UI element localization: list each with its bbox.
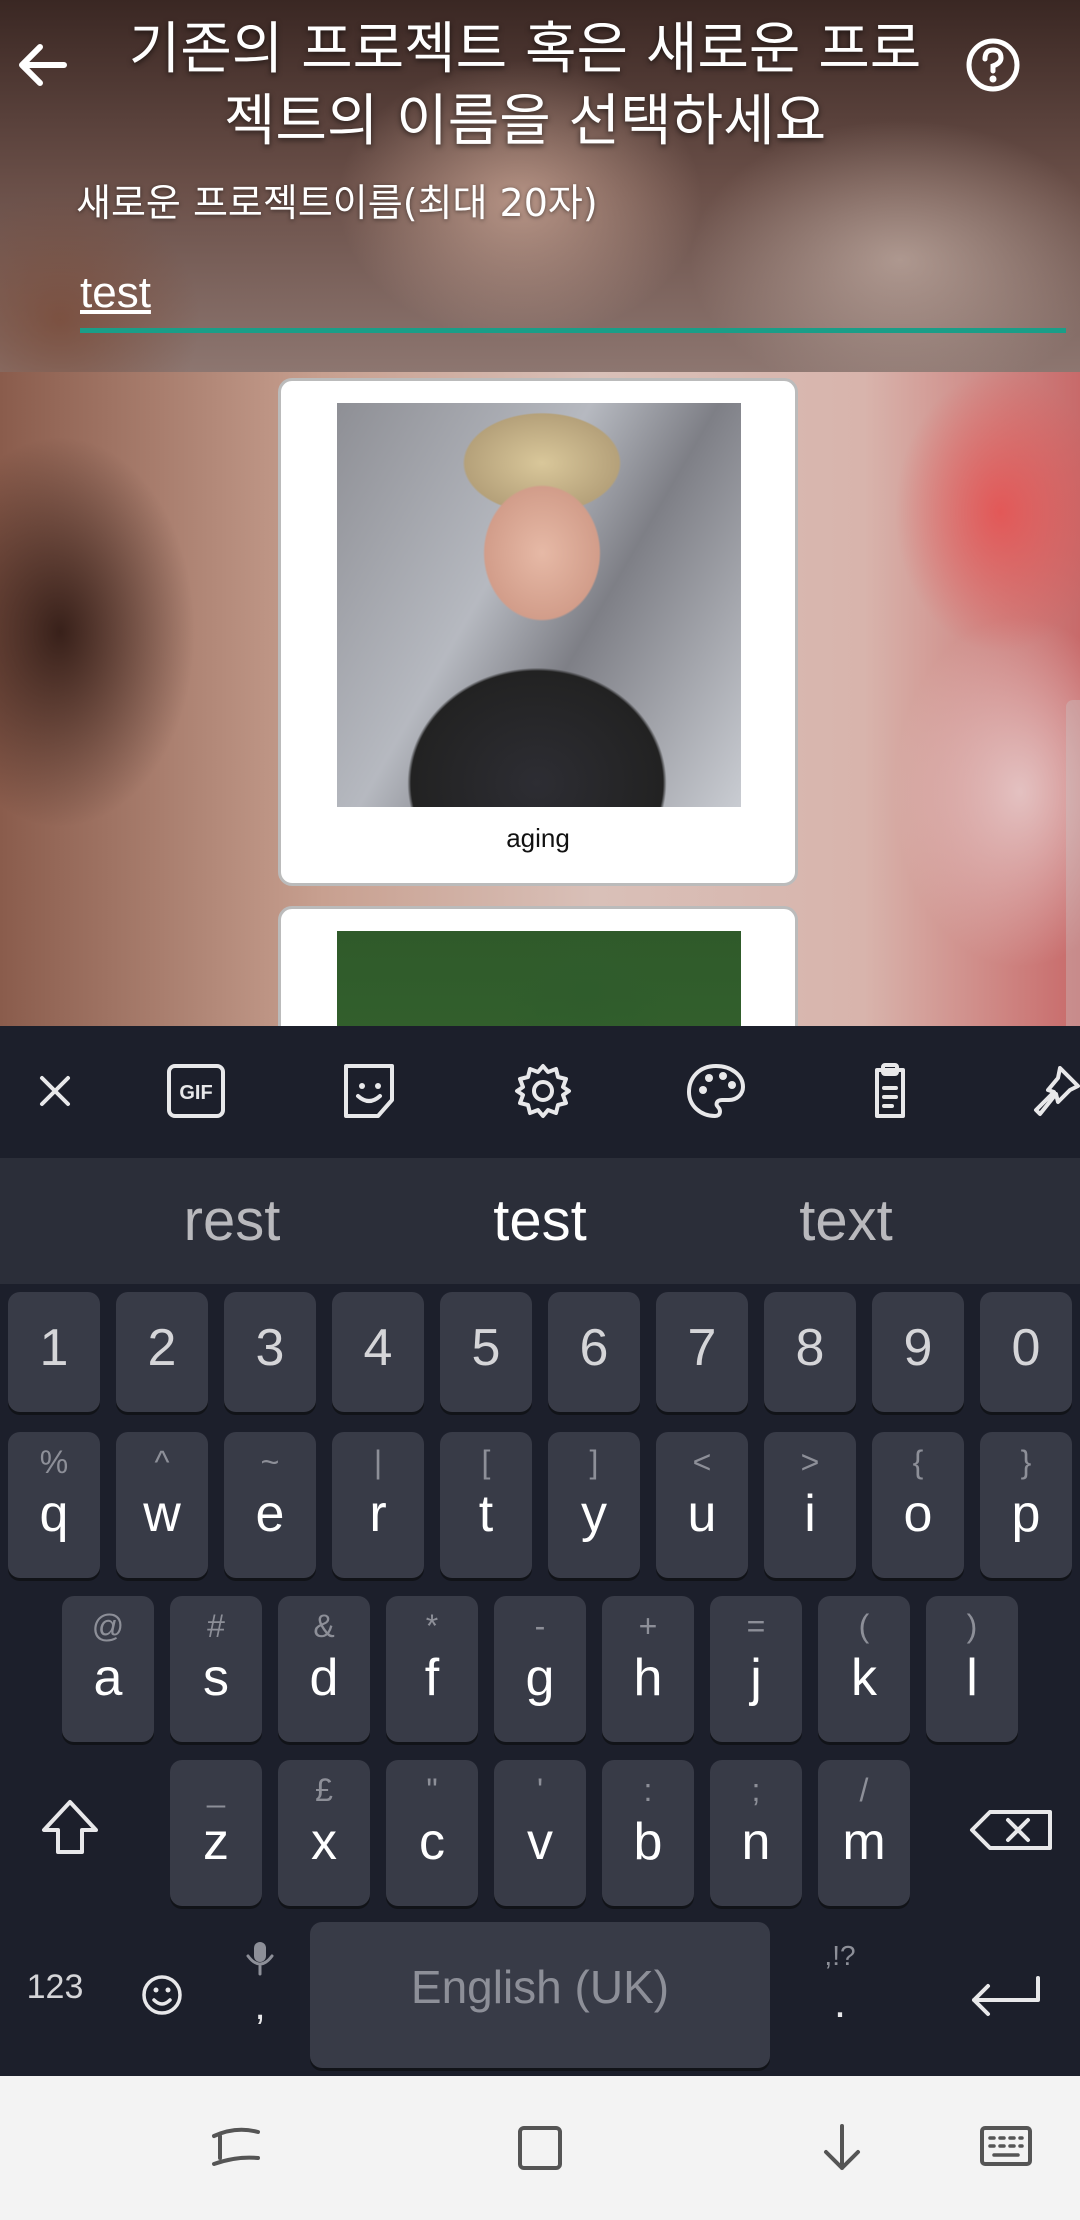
key-3[interactable]: 3 bbox=[224, 1292, 316, 1412]
recent-apps-icon[interactable] bbox=[206, 2118, 266, 2178]
key-b[interactable]: :b bbox=[602, 1760, 694, 1906]
settings-icon[interactable] bbox=[508, 1056, 578, 1126]
key-d[interactable]: & d bbox=[278, 1596, 370, 1742]
key-5[interactable]: 5 bbox=[440, 1292, 532, 1412]
soft-keyboard: GIF rest test text 1 2 3 4 5 6 7 8 9 0 %… bbox=[0, 1026, 1080, 2076]
key-0[interactable]: 0 bbox=[980, 1292, 1072, 1412]
key-4[interactable]: 4 bbox=[332, 1292, 424, 1412]
symbols-key[interactable]: 123 bbox=[0, 1922, 110, 2068]
key-e[interactable]: ~ e bbox=[224, 1432, 316, 1578]
key-g[interactable]: -g bbox=[494, 1596, 586, 1742]
project-name-label: 새로운 프로젝트이름(최대 20자) bbox=[76, 181, 598, 225]
close-icon[interactable] bbox=[20, 1056, 90, 1126]
hide-keyboard-icon[interactable] bbox=[812, 2118, 872, 2178]
key-x[interactable]: £ x bbox=[278, 1760, 370, 1906]
key-t[interactable]: [t bbox=[440, 1432, 532, 1578]
microphone-icon bbox=[246, 1942, 274, 1976]
clipboard-icon[interactable] bbox=[855, 1056, 925, 1126]
gif-icon[interactable]: GIF bbox=[161, 1056, 231, 1126]
backspace-icon bbox=[970, 1810, 1052, 1850]
key-v[interactable]: ' v bbox=[494, 1760, 586, 1906]
key-q[interactable]: % q bbox=[8, 1432, 100, 1578]
sticker-icon[interactable] bbox=[334, 1056, 404, 1126]
keyboard-switch-icon[interactable] bbox=[976, 2118, 1036, 2178]
key-f[interactable]: * f bbox=[386, 1596, 478, 1742]
key-8[interactable]: 8 bbox=[764, 1292, 856, 1412]
key-o[interactable]: {o bbox=[872, 1432, 964, 1578]
project-thumbnail bbox=[337, 931, 741, 1026]
key-r[interactable]: | r bbox=[332, 1432, 424, 1578]
backspace-key[interactable] bbox=[950, 1760, 1074, 1906]
key-k[interactable]: (k bbox=[818, 1596, 910, 1742]
key-m[interactable]: / m bbox=[818, 1760, 910, 1906]
system-navbar bbox=[0, 2076, 1080, 2220]
theme-palette-icon[interactable] bbox=[681, 1056, 751, 1126]
back-button[interactable] bbox=[8, 30, 78, 100]
help-button[interactable] bbox=[958, 30, 1028, 100]
key-u[interactable]: < u bbox=[656, 1432, 748, 1578]
suggestion-right[interactable]: text bbox=[696, 1158, 996, 1284]
key-a[interactable]: @ a bbox=[62, 1596, 154, 1742]
key-j[interactable]: = j bbox=[710, 1596, 802, 1742]
shift-icon bbox=[42, 1800, 98, 1854]
key-i[interactable]: > i bbox=[764, 1432, 856, 1578]
key-h[interactable]: + h bbox=[602, 1596, 694, 1742]
key-s[interactable]: # s bbox=[170, 1596, 262, 1742]
enter-icon bbox=[972, 1976, 1040, 2016]
emoji-icon bbox=[142, 1975, 182, 2015]
suggestion-center[interactable]: test bbox=[390, 1158, 690, 1284]
pin-icon[interactable] bbox=[1030, 1056, 1080, 1126]
help-circle-icon bbox=[966, 38, 1020, 92]
project-name-input[interactable] bbox=[80, 258, 1066, 333]
home-icon[interactable] bbox=[510, 2118, 570, 2178]
key-c[interactable]: " c bbox=[386, 1760, 478, 1906]
key-7[interactable]: 7 bbox=[656, 1292, 748, 1412]
key-p[interactable]: } p bbox=[980, 1432, 1072, 1578]
emoji-key[interactable] bbox=[116, 1922, 208, 2068]
arrow-left-icon bbox=[19, 44, 67, 86]
app-header: 기존의 프로젝트 혹은 새로운 프로젝트의 이름을 선택하세요 새로운 프로젝트… bbox=[0, 0, 1080, 372]
key-2[interactable]: 2 bbox=[116, 1292, 208, 1412]
project-card[interactable] bbox=[278, 906, 798, 1026]
shift-key[interactable] bbox=[8, 1760, 132, 1906]
page-title: 기존의 프로젝트 혹은 새로운 프로젝트의 이름을 선택하세요 bbox=[128, 17, 922, 154]
enter-key[interactable] bbox=[940, 1922, 1064, 2068]
suggestion-strip: rest test text bbox=[0, 1158, 1080, 1284]
suggestion-left[interactable]: rest bbox=[82, 1158, 382, 1284]
key-z[interactable]: _ z bbox=[170, 1760, 262, 1906]
keyboard-toolbar: GIF bbox=[0, 1026, 1080, 1156]
key-l[interactable]: ) l bbox=[926, 1596, 1018, 1742]
svg-text:GIF: GIF bbox=[179, 1082, 212, 1104]
key-1[interactable]: 1 bbox=[8, 1292, 100, 1412]
key-y[interactable]: ] y bbox=[548, 1432, 640, 1578]
project-thumbnail bbox=[337, 403, 741, 807]
space-key[interactable]: English (UK) bbox=[310, 1922, 770, 2068]
comma-key[interactable]: , bbox=[224, 1922, 296, 2068]
key-w[interactable]: ^ w bbox=[116, 1432, 208, 1578]
key-6[interactable]: 6 bbox=[548, 1292, 640, 1412]
key-n[interactable]: ; n bbox=[710, 1760, 802, 1906]
period-key[interactable]: ,!? . bbox=[800, 1922, 880, 2068]
project-card[interactable]: aging bbox=[278, 378, 798, 886]
project-card-label: aging bbox=[506, 823, 570, 853]
project-list[interactable]: aging bbox=[0, 372, 1080, 1026]
key-9[interactable]: 9 bbox=[872, 1292, 964, 1412]
